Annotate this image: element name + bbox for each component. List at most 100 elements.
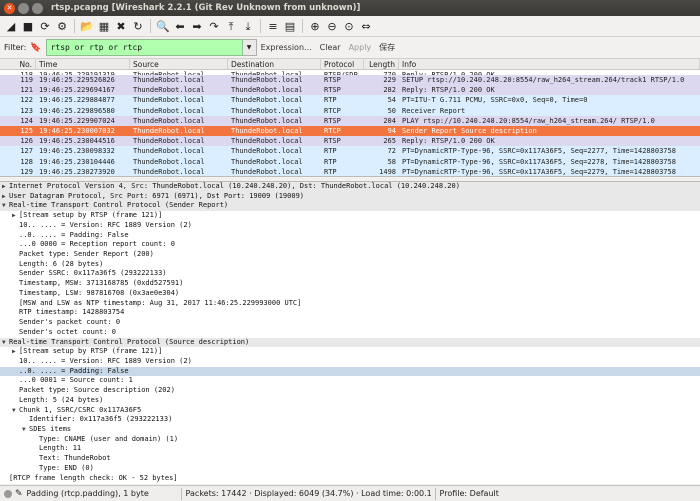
restart-icon[interactable]: ⟳: [37, 18, 53, 34]
packet-cell-no: 127: [20, 147, 33, 156]
detail-field-row[interactable]: Length: 11: [0, 444, 700, 454]
resize-columns-icon[interactable]: ⇔: [358, 18, 374, 34]
detail-text: Internet Protocol Version 4, Src: Thunde…: [9, 182, 460, 190]
expanded-arrow-icon[interactable]: ▼: [2, 201, 9, 211]
column-header-time[interactable]: Time: [36, 59, 130, 69]
column-header-destination[interactable]: Destination: [228, 59, 321, 69]
shark-fin-start-icon[interactable]: ◢: [3, 18, 19, 34]
expanded-arrow-icon[interactable]: ▼: [12, 406, 19, 416]
expanded-arrow-icon[interactable]: ▼: [22, 425, 29, 435]
collapsed-arrow-icon[interactable]: ▶: [12, 347, 19, 357]
close-file-icon[interactable]: ✖: [113, 18, 129, 34]
detail-field-row[interactable]: Type: CNAME (user and domain) (1): [0, 435, 700, 445]
open-folder-icon[interactable]: 📂: [79, 18, 95, 34]
detail-protocol-row[interactable]: ▶ Internet Protocol Version 4, Src: Thund…: [0, 182, 700, 192]
detail-field-row-selected[interactable]: ..0. .... = Padding: False: [0, 366, 700, 377]
detail-field-row[interactable]: Packet type: Source description (202): [0, 386, 700, 396]
apply-button[interactable]: Apply: [349, 43, 372, 52]
packet-row[interactable]: 127 19:46:25.230098332 ThundeRobot.local Th…: [0, 146, 700, 157]
packet-cell-src: ThundeRobot.local: [133, 137, 205, 146]
close-window-icon[interactable]: ✕: [4, 2, 15, 14]
colorize-icon[interactable]: ▤: [282, 18, 298, 34]
packet-cell-src: ThundeRobot.local: [133, 116, 205, 125]
detail-protocol-row[interactable]: ▼ Real-time Transport Control Protocol (S…: [0, 337, 700, 348]
detail-field-row[interactable]: 10.. .... = Version: RFC 1889 Version (2…: [0, 357, 700, 367]
packet-row[interactable]: 124 19:46:25.229907024 ThundeRobot.local Th…: [0, 115, 700, 126]
detail-field-row[interactable]: [RTCP frame length check: OK - 52 bytes]: [0, 474, 700, 484]
detail-field-row[interactable]: [MSW and LSW as NTP timestamp: Aug 31, 2…: [0, 299, 700, 309]
back-arrow-icon[interactable]: ⬅: [172, 18, 188, 34]
detail-text: Length: 11: [39, 444, 82, 453]
display-filter-bar: Filter: 🔖 rtsp or rtp or rtcp ▼ Expressi…: [0, 37, 700, 59]
detail-field-row[interactable]: ▶ [Stream setup by RTSP (frame 121)]: [0, 211, 700, 221]
save-filter-button[interactable]: 保存: [379, 42, 395, 53]
packet-row-selected[interactable]: 125 19:46:25.230007032 ThundeRobot.local Th…: [0, 125, 700, 137]
detail-field-row[interactable]: Sender SSRC: 0x117a36f5 (293222133): [0, 269, 700, 279]
packet-cell-dst: ThundeRobot.local: [231, 116, 303, 125]
detail-protocol-row[interactable]: ▶ User Datagram Protocol, Src Port: 6971 …: [0, 191, 700, 202]
detail-field-row[interactable]: ..0. .... = Padding: False: [0, 231, 700, 241]
detail-field-row[interactable]: Timestamp, MSW: 3713168785 (0xdd527591): [0, 279, 700, 289]
save-icon[interactable]: ▦: [96, 18, 112, 34]
column-header-info[interactable]: Info: [399, 59, 700, 69]
detail-field-row[interactable]: Timestamp, LSW: 987816708 (0x3ae0e304): [0, 289, 700, 299]
detail-field-row[interactable]: ...0 0000 = Reception report count: 0: [0, 240, 700, 250]
maximize-window-icon[interactable]: [32, 2, 43, 14]
goto-packet-icon[interactable]: ↷: [206, 18, 222, 34]
collapsed-arrow-icon[interactable]: ▶: [2, 182, 9, 192]
autoscroll-icon[interactable]: ≡: [265, 18, 281, 34]
packet-row[interactable]: 122 19:46:25.229884877 ThundeRobot.local Th…: [0, 95, 700, 106]
filter-history-dropdown-icon[interactable]: ▼: [242, 39, 257, 56]
collapsed-arrow-icon[interactable]: ▶: [12, 211, 19, 221]
column-header-length[interactable]: Length: [364, 59, 399, 69]
packet-list-pane[interactable]: No. Time Source Destination Protocol Len…: [0, 59, 700, 177]
packet-row[interactable]: 126 19:46:25.230044516 ThundeRobot.local Th…: [0, 136, 700, 147]
column-header-protocol[interactable]: Protocol: [321, 59, 364, 69]
capture-comment-icon[interactable]: ✎: [15, 489, 23, 499]
packet-row[interactable]: 121 19:46:25.229694167 ThundeRobot.local Th…: [0, 85, 700, 96]
detail-field-row[interactable]: Length: 5 (24 bytes): [0, 396, 700, 406]
detail-field-row[interactable]: ▼ SDES items: [0, 425, 700, 435]
expression-button[interactable]: Expression...: [261, 43, 312, 52]
expanded-arrow-icon[interactable]: ▼: [2, 338, 9, 348]
go-last-icon[interactable]: ⤓: [240, 18, 256, 34]
packet-cell-info: Sender Report Source description: [402, 126, 537, 135]
detail-field-row[interactable]: RTP timestamp: 1428803754: [0, 308, 700, 318]
column-header-source[interactable]: Source: [130, 59, 228, 69]
status-profile[interactable]: Profile: Default: [440, 489, 499, 498]
stop-icon[interactable]: ■: [20, 18, 36, 34]
detail-field-row[interactable]: Type: END (0): [0, 464, 700, 474]
display-filter-input[interactable]: rtsp or rtp or rtcp: [45, 39, 243, 56]
detail-field-row[interactable]: Length: 6 (28 bytes): [0, 260, 700, 270]
collapsed-arrow-icon[interactable]: ▶: [2, 192, 9, 202]
detail-field-row[interactable]: Packet type: Sender Report (200): [0, 250, 700, 260]
go-first-icon[interactable]: ⤒: [223, 18, 239, 34]
packet-row[interactable]: 129 19:46:25.230273920 ThundeRobot.local Th…: [0, 166, 700, 176]
zoom-out-icon[interactable]: ⊖: [324, 18, 340, 34]
packet-row[interactable]: 128 19:46:25.230104446 ThundeRobot.local Th…: [0, 156, 700, 167]
minimize-window-icon[interactable]: [18, 2, 29, 14]
find-icon[interactable]: 🔍: [155, 18, 171, 34]
normal-size-icon[interactable]: ⊙: [341, 18, 357, 34]
detail-protocol-row[interactable]: ▼ Real-time Transport Control Protocol (S…: [0, 201, 700, 212]
packet-row[interactable]: 119 19:46:25.229526826 ThundeRobot.local Th…: [0, 75, 700, 86]
packet-row[interactable]: 123 19:46:25.229896580 ThundeRobot.local Th…: [0, 105, 700, 116]
filter-bookmark-icon[interactable]: 🔖: [30, 43, 41, 53]
detail-field-row[interactable]: ▶ [Stream setup by RTSP (frame 121)]: [0, 347, 700, 357]
detail-field-row[interactable]: Identifier: 0x117a36f5 (293222133): [0, 415, 700, 425]
detail-field-row[interactable]: ...0 0001 = Source count: 1: [0, 376, 700, 386]
detail-field-row[interactable]: Sender's octet count: 0: [0, 328, 700, 338]
packet-details-pane[interactable]: ▶ Internet Protocol Version 4, Src: Thund…: [0, 181, 700, 484]
detail-text: Packet type: Source description (202): [19, 386, 175, 395]
detail-field-row[interactable]: Text: ThundeRobot: [0, 454, 700, 464]
clear-button[interactable]: Clear: [320, 43, 341, 52]
options-gear-icon[interactable]: ⚙: [54, 18, 70, 34]
detail-field-row[interactable]: Sender's packet count: 0: [0, 318, 700, 328]
detail-field-row[interactable]: ▼ Chunk 1, SSRC/CSRC 0x117A36F5: [0, 406, 700, 416]
expert-info-indicator-icon[interactable]: [4, 489, 12, 498]
detail-field-row[interactable]: 10.. .... = Version: RFC 1889 Version (2…: [0, 221, 700, 231]
zoom-in-icon[interactable]: ⊕: [307, 18, 323, 34]
column-header-no[interactable]: No.: [0, 59, 36, 69]
reload-icon[interactable]: ↻: [130, 18, 146, 34]
forward-arrow-icon[interactable]: ➡: [189, 18, 205, 34]
